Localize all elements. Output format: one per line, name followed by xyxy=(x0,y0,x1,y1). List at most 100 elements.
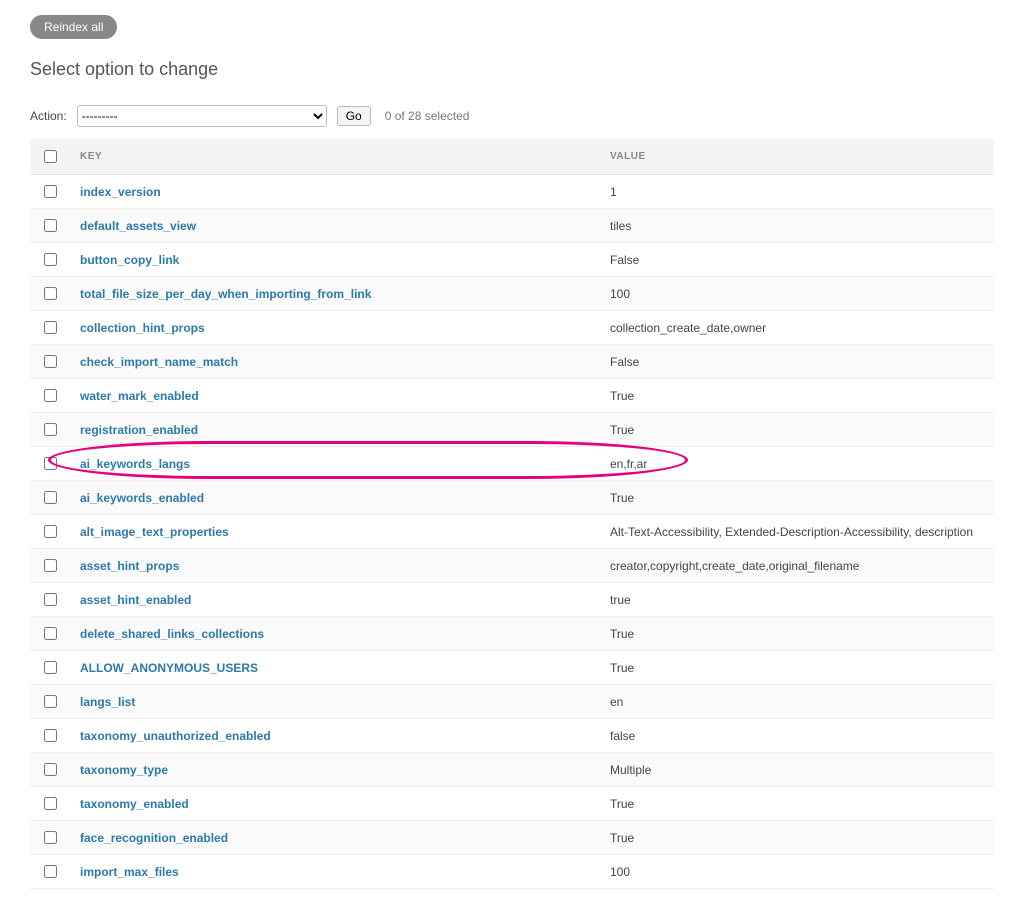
row-value-cell: True xyxy=(600,787,994,821)
row-checkbox[interactable] xyxy=(44,355,57,368)
row-checkbox-cell xyxy=(30,515,70,549)
column-header-value[interactable]: VALUE xyxy=(600,139,994,175)
table-row: taxonomy_type Multiple xyxy=(30,753,994,787)
row-key-cell: ai_keywords_enabled xyxy=(70,481,600,515)
row-key-link[interactable]: asset_hint_enabled xyxy=(80,593,191,607)
row-checkbox-cell xyxy=(30,821,70,855)
row-key-link[interactable]: collection_hint_props xyxy=(80,321,205,335)
row-key-cell: ALLOW_ANONYMOUS_USERS xyxy=(70,651,600,685)
row-key-cell: import_max_files xyxy=(70,855,600,889)
row-checkbox[interactable] xyxy=(44,627,57,640)
row-key-cell: asset_hint_props xyxy=(70,549,600,583)
row-checkbox[interactable] xyxy=(44,389,57,402)
row-value-cell: en xyxy=(600,685,994,719)
row-checkbox[interactable] xyxy=(44,185,57,198)
row-checkbox-cell xyxy=(30,175,70,209)
row-key-link[interactable]: index_version xyxy=(80,185,161,199)
row-checkbox-cell xyxy=(30,277,70,311)
row-checkbox-cell xyxy=(30,481,70,515)
row-key-link[interactable]: ALLOW_ANONYMOUS_USERS xyxy=(80,661,258,675)
row-key-link[interactable]: langs_list xyxy=(80,695,135,709)
row-value-cell: True xyxy=(600,413,994,447)
row-checkbox[interactable] xyxy=(44,831,57,844)
row-checkbox[interactable] xyxy=(44,695,57,708)
row-checkbox-cell xyxy=(30,413,70,447)
column-header-key[interactable]: KEY xyxy=(70,139,600,175)
row-key-link[interactable]: default_assets_view xyxy=(80,219,196,233)
go-button[interactable]: Go xyxy=(337,106,371,126)
row-key-link[interactable]: import_max_files xyxy=(80,865,179,879)
row-value-cell: True xyxy=(600,617,994,651)
row-checkbox[interactable] xyxy=(44,763,57,776)
reindex-all-button[interactable]: Reindex all xyxy=(30,15,117,39)
row-checkbox[interactable] xyxy=(44,559,57,572)
row-key-link[interactable]: check_import_name_match xyxy=(80,355,238,369)
row-key-cell: langs_list xyxy=(70,685,600,719)
row-checkbox-cell xyxy=(30,345,70,379)
row-checkbox[interactable] xyxy=(44,525,57,538)
row-checkbox[interactable] xyxy=(44,457,57,470)
row-checkbox-cell xyxy=(30,549,70,583)
select-all-checkbox[interactable] xyxy=(44,150,57,163)
row-checkbox-cell xyxy=(30,617,70,651)
select-all-header xyxy=(30,139,70,175)
table-row: water_mark_enabledTrue xyxy=(30,379,994,413)
row-value-cell: True xyxy=(600,651,994,685)
row-checkbox[interactable] xyxy=(44,287,57,300)
table-row: ALLOW_ANONYMOUS_USERS True xyxy=(30,651,994,685)
row-key-cell: ai_keywords_langs xyxy=(70,447,600,481)
row-checkbox[interactable] xyxy=(44,423,57,436)
row-key-link[interactable]: alt_image_text_properties xyxy=(80,525,229,539)
row-key-cell: alt_image_text_properties xyxy=(70,515,600,549)
row-checkbox-cell xyxy=(30,787,70,821)
row-checkbox[interactable] xyxy=(44,321,57,334)
table-row: asset_hint_props creator,copyright,create… xyxy=(30,549,994,583)
row-key-link[interactable]: ai_keywords_enabled xyxy=(80,491,204,505)
table-row: taxonomy_enabled True xyxy=(30,787,994,821)
row-checkbox-cell xyxy=(30,855,70,889)
table-row: ai_keywords_enabledTrue xyxy=(30,481,994,515)
table-row: langs_list en xyxy=(30,685,994,719)
row-checkbox[interactable] xyxy=(44,593,57,606)
row-value-cell: False xyxy=(600,243,994,277)
row-key-link[interactable]: taxonomy_enabled xyxy=(80,797,189,811)
table-row: button_copy_link False xyxy=(30,243,994,277)
row-checkbox[interactable] xyxy=(44,219,57,232)
row-key-link[interactable]: ai_keywords_langs xyxy=(80,457,190,471)
row-value-cell: tiles xyxy=(600,209,994,243)
row-key-cell: asset_hint_enabled xyxy=(70,583,600,617)
table-row: delete_shared_links_collections True xyxy=(30,617,994,651)
row-checkbox[interactable] xyxy=(44,865,57,878)
row-key-link[interactable]: total_file_size_per_day_when_importing_f… xyxy=(80,287,371,301)
row-key-link[interactable]: button_copy_link xyxy=(80,253,179,267)
row-value-cell: en,fr,ar xyxy=(600,447,994,481)
row-value-cell: creator,copyright,create_date,original_f… xyxy=(600,549,994,583)
table-row: alt_image_text_propertiesAlt-Text-Access… xyxy=(30,515,994,549)
row-key-link[interactable]: water_mark_enabled xyxy=(80,389,199,403)
row-value-cell: True xyxy=(600,821,994,855)
row-checkbox-cell xyxy=(30,651,70,685)
table-row: ai_keywords_langs en,fr,ar xyxy=(30,447,994,481)
row-checkbox-cell xyxy=(30,753,70,787)
row-checkbox[interactable] xyxy=(44,661,57,674)
row-key-cell: check_import_name_match xyxy=(70,345,600,379)
row-checkbox[interactable] xyxy=(44,797,57,810)
action-select[interactable]: --------- xyxy=(77,105,327,127)
action-bar: Action: --------- Go 0 of 28 selected xyxy=(30,105,994,127)
row-value-cell: 100 xyxy=(600,277,994,311)
options-table: KEY VALUE index_version1default_assets_v… xyxy=(30,139,994,889)
row-key-cell: delete_shared_links_collections xyxy=(70,617,600,651)
page-title: Select option to change xyxy=(30,59,994,80)
row-key-link[interactable]: face_recognition_enabled xyxy=(80,831,228,845)
row-checkbox[interactable] xyxy=(44,491,57,504)
row-checkbox-cell xyxy=(30,583,70,617)
row-value-cell: true xyxy=(600,583,994,617)
row-key-link[interactable]: delete_shared_links_collections xyxy=(80,627,264,641)
row-key-link[interactable]: taxonomy_type xyxy=(80,763,168,777)
row-key-link[interactable]: registration_enabled xyxy=(80,423,198,437)
table-row: total_file_size_per_day_when_importing_f… xyxy=(30,277,994,311)
row-key-link[interactable]: asset_hint_props xyxy=(80,559,179,573)
row-key-cell: face_recognition_enabled xyxy=(70,821,600,855)
row-checkbox[interactable] xyxy=(44,253,57,266)
row-value-cell: Multiple xyxy=(600,753,994,787)
